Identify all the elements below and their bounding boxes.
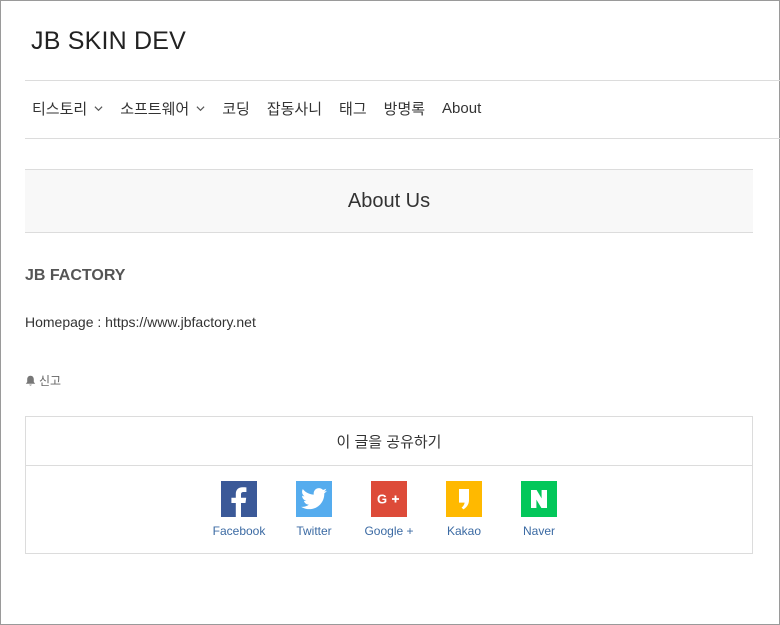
nav-item-label: 코딩	[222, 101, 250, 118]
share-label: Kakao	[446, 524, 482, 538]
nav-item-label: 소프트웨어	[120, 101, 190, 118]
bell-icon	[25, 375, 36, 386]
share-label: Google +	[364, 524, 414, 538]
twitter-icon	[296, 481, 332, 517]
share-label: Naver	[522, 524, 555, 538]
facebook-icon	[221, 481, 257, 517]
share-facebook[interactable]: Facebook	[202, 481, 277, 538]
page-title: About Us	[347, 189, 431, 212]
nav-item-tags[interactable]: 태그	[339, 98, 367, 119]
nav-item-label: 방명록	[383, 101, 426, 118]
site-title[interactable]: JB SKIN DEV	[31, 27, 186, 56]
homepage-text: Homepage : https://www.jbfactory.net	[25, 314, 256, 330]
nav-item-label: 잡동사니	[266, 101, 323, 118]
nav-item-tistory[interactable]: 티스토리	[32, 98, 103, 119]
share-label: Twitter	[296, 524, 332, 538]
share-label: Facebook	[212, 524, 266, 538]
google-plus-icon: G	[371, 481, 407, 517]
share-kakao[interactable]: Kakao	[427, 481, 502, 538]
svg-text:G: G	[377, 492, 387, 506]
page-header: About Us	[25, 169, 753, 233]
nav-item-misc[interactable]: 잡동사니	[267, 98, 322, 119]
kakao-icon	[446, 481, 482, 517]
report-label: 신고	[39, 374, 62, 388]
nav-item-coding[interactable]: 코딩	[222, 98, 250, 119]
nav-item-label: 태그	[339, 101, 367, 118]
nav-divider	[25, 138, 780, 139]
nav-item-guestbook[interactable]: 방명록	[384, 98, 425, 119]
nav-item-software[interactable]: 소프트웨어	[120, 98, 205, 119]
nav-item-label: 티스토리	[32, 101, 88, 118]
share-twitter[interactable]: Twitter	[277, 481, 352, 538]
naver-icon	[521, 481, 557, 517]
share-naver[interactable]: Naver	[502, 481, 577, 538]
share-list: Facebook Twitter G Google + Kakao Naver	[26, 481, 752, 538]
chevron-down-icon	[196, 106, 205, 112]
nav-item-about[interactable]: About	[442, 100, 481, 117]
header-divider	[25, 80, 780, 81]
report-button[interactable]: 신고	[25, 372, 61, 389]
share-title: 이 글을 공유하기	[26, 417, 752, 466]
share-box: 이 글을 공유하기 Facebook Twitter G Google + Ka…	[25, 416, 753, 554]
chevron-down-icon	[94, 106, 103, 112]
nav-item-label: About	[442, 100, 482, 117]
main-nav: 티스토리 소프트웨어 코딩 잡동사니 태그 방명록 About	[32, 98, 498, 119]
content-heading: JB FACTORY	[25, 267, 126, 284]
share-google-plus[interactable]: G Google +	[352, 481, 427, 538]
